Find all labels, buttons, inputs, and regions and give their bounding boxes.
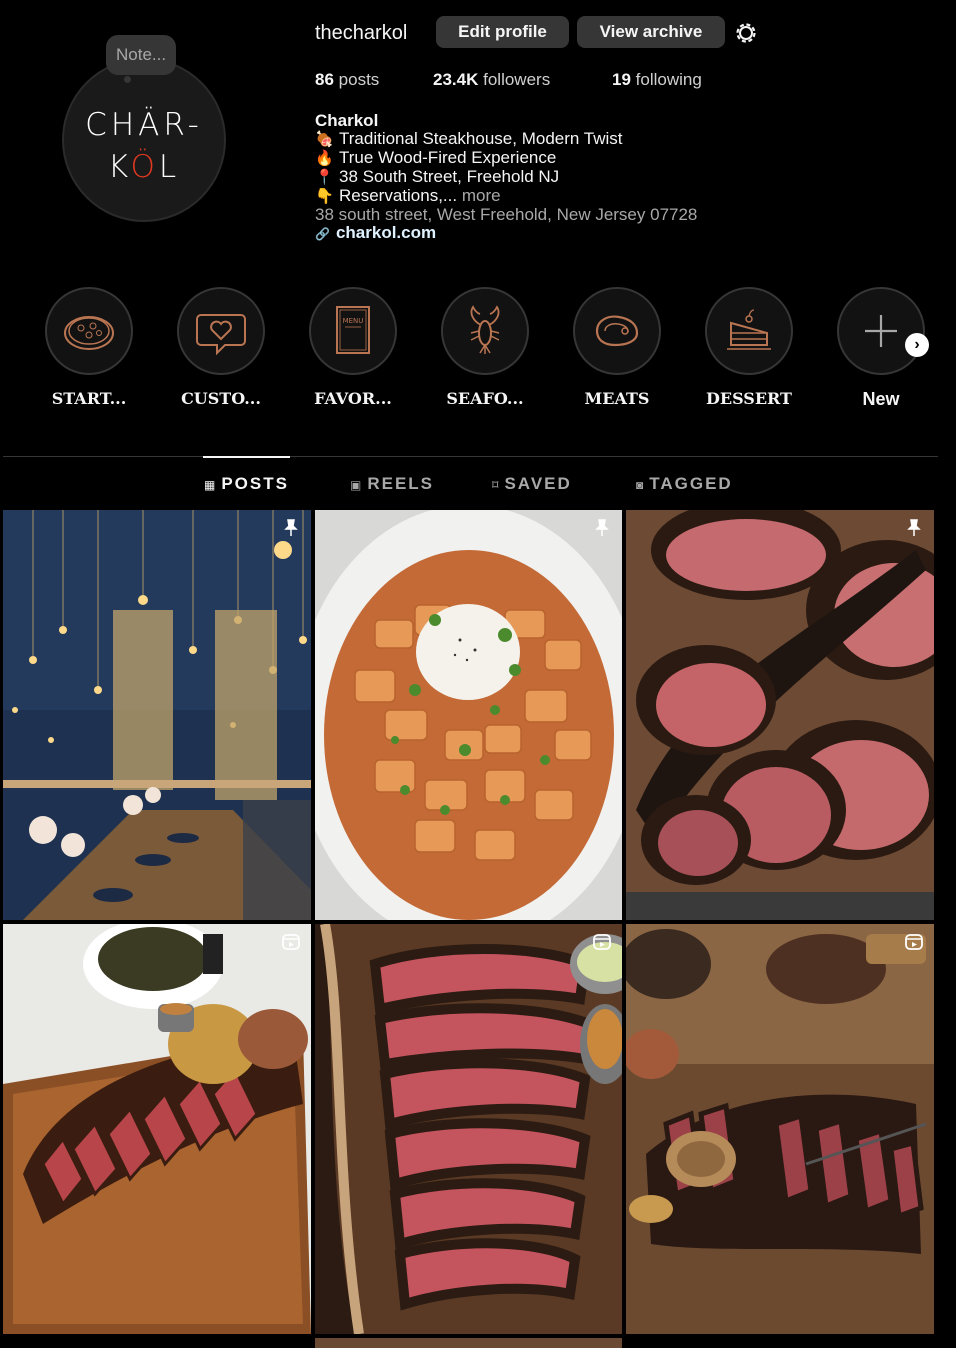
post-image-tomahawk-platter <box>3 924 311 1334</box>
link-icon: 🔗 <box>315 227 330 241</box>
post-image-sliced-steak <box>626 510 934 920</box>
settings-gear-icon[interactable] <box>733 20 759 46</box>
website-link[interactable]: 🔗 charkol.com <box>315 224 697 243</box>
post-tile[interactable] <box>3 924 311 1334</box>
cake-icon <box>727 309 771 350</box>
point-down-icon: 👇 <box>315 188 334 205</box>
steak-icon <box>595 315 639 347</box>
post-image-rigatoni <box>315 510 622 920</box>
plus-icon <box>865 315 897 347</box>
active-tab-indicator <box>203 456 290 458</box>
pin-icon <box>907 519 921 536</box>
post-tile[interactable] <box>3 510 311 920</box>
highlight-favorites[interactable]: MENU FAVOR... <box>308 287 398 408</box>
highlight-seafood[interactable]: SEAFO... <box>440 287 530 408</box>
reel-icon <box>282 934 300 950</box>
highlight-meats[interactable]: MEATS <box>572 287 662 408</box>
bookmark-icon: ⌑ <box>492 478 499 492</box>
post-image-tomahawk-slices <box>315 924 622 1334</box>
highlight-starters[interactable]: START... <box>44 287 134 408</box>
more-link[interactable]: more <box>462 186 501 205</box>
post-tile[interactable] <box>315 924 622 1334</box>
meat-icon: 🍖 <box>315 131 334 148</box>
display-name: Charkol <box>315 111 379 130</box>
lobster-icon <box>470 305 500 354</box>
heart-chat-icon <box>196 314 246 356</box>
tagged-icon: ◙ <box>636 478 644 492</box>
edit-profile-button[interactable]: Edit profile <box>436 16 569 48</box>
pin-icon <box>595 519 609 536</box>
reel-icon <box>593 934 611 950</box>
following-count[interactable]: 19 following <box>612 70 702 90</box>
post-tile[interactable] <box>626 510 934 920</box>
address[interactable]: 38 south street, West Freehold, New Jers… <box>315 206 697 224</box>
pin-icon <box>284 519 298 536</box>
menu-icon: MENU <box>336 306 370 354</box>
post-image-steak-on-board <box>626 924 934 1334</box>
posts-count: 86 posts <box>315 70 380 89</box>
svg-text:MENU: MENU <box>343 317 364 325</box>
grid-icon: ▦ <box>204 478 216 492</box>
reel-icon <box>905 934 923 950</box>
post-tile[interactable] <box>626 924 934 1334</box>
post-tile[interactable] <box>315 510 622 920</box>
reels-icon: ▣ <box>350 478 362 492</box>
followers-count[interactable]: 23.4K followers <box>433 70 550 90</box>
note-bubble[interactable]: Note... <box>106 35 177 83</box>
username: thecharkol <box>315 22 408 44</box>
highlight-custom[interactable]: CUSTO... <box>176 287 266 408</box>
view-archive-button[interactable]: View archive <box>577 16 725 48</box>
fire-icon: 🔥 <box>315 150 334 167</box>
highlights-next-button[interactable]: › <box>905 333 929 357</box>
avatar[interactable]: CHÄR- KÖL <box>62 58 226 222</box>
tab-posts[interactable]: ▦ POSTS <box>204 474 289 494</box>
tab-tagged[interactable]: ◙ TAGGED <box>636 474 733 494</box>
post-tile[interactable] <box>315 1338 622 1348</box>
tab-saved[interactable]: ⌑ SAVED <box>492 474 572 494</box>
bio: Charkol 🍖 Traditional Steakhouse, Modern … <box>315 111 698 243</box>
brand-logo: CHÄR- KÖL <box>85 107 203 185</box>
tabs-divider <box>3 456 938 457</box>
pizza-icon <box>64 316 114 350</box>
highlight-dessert[interactable]: DESSERT <box>704 287 794 408</box>
post-image-dining-room <box>3 510 311 920</box>
tab-reels[interactable]: ▣ REELS <box>350 474 434 494</box>
pin-location-icon: 📍 <box>315 169 334 186</box>
